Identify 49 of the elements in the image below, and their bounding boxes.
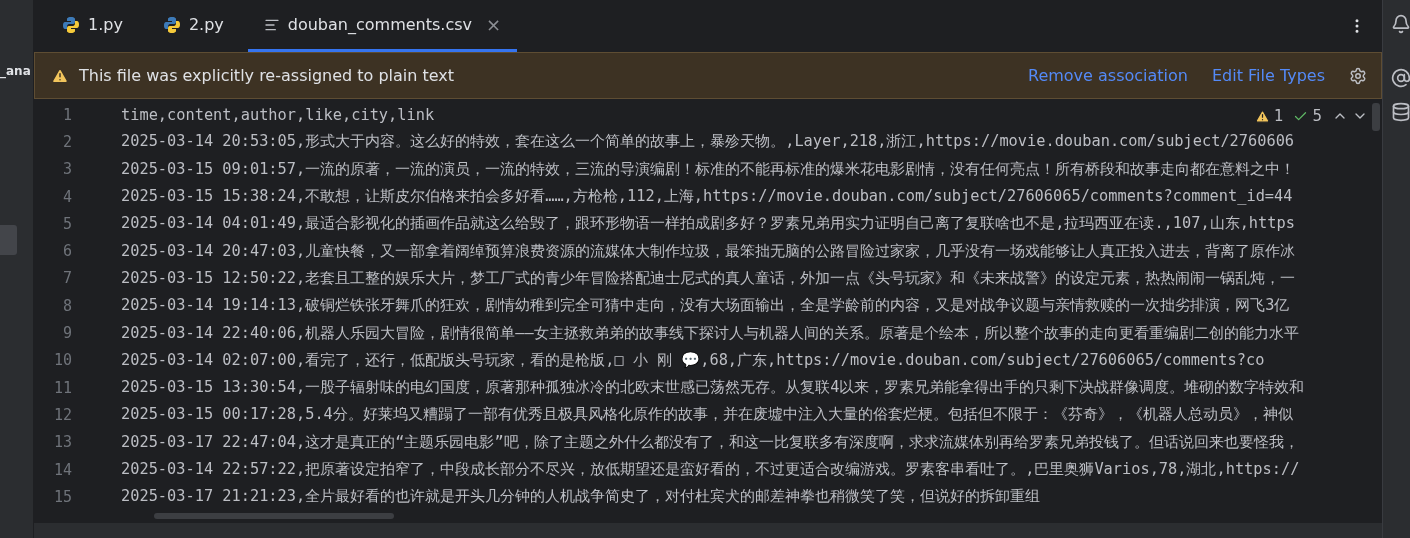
- bell-icon[interactable]: [1391, 14, 1410, 34]
- panel-label: _ana: [0, 64, 32, 78]
- line-number: 10: [52, 351, 72, 370]
- database-icon[interactable]: [1391, 102, 1410, 122]
- line-number: 8: [61, 296, 72, 315]
- python-icon: [162, 15, 181, 34]
- code-line: 2025-03-15 12:50:22,老套且工整的娱乐大片，梦工厂式的青少年冒险搭配迪士尼式的真人童话，外加一点《头号玩家》和《未来战警》的设定元素，热热闹闹一锅乱炖，一: [121, 267, 1296, 289]
- code-line: time,content,author,like,city,link: [121, 105, 435, 124]
- close-icon[interactable]: ×: [486, 14, 502, 35]
- file-tab[interactable]: 1.py: [46, 0, 139, 52]
- settings-icon[interactable]: [1349, 66, 1367, 85]
- sidebar-highlight: [0, 225, 17, 255]
- code-line: 2025-03-15 13:30:54,一股子辐射味的电幻国度，原著那种孤独冰冷的北欧末世感已荡然无存。从复联4以来，罗素兄弟能拿得出手的只剩下决战群像调度。堆砌的数字特效和: [121, 377, 1305, 399]
- line-number: 9: [61, 324, 72, 342]
- python-icon: [62, 15, 80, 34]
- warning-icon: [1254, 108, 1270, 124]
- file-tab[interactable]: 2.py: [146, 0, 240, 52]
- line-number: 6: [61, 242, 72, 261]
- banner-message: This file was explicitly re-assigned to plain text: [79, 66, 456, 85]
- line-number: 5: [61, 214, 72, 233]
- banner-link[interactable]: Remove association: [1028, 66, 1188, 85]
- line-number: 1: [61, 105, 72, 124]
- passed-count: 5: [1312, 107, 1322, 125]
- at-sign-icon[interactable]: [1391, 68, 1410, 88]
- code-line: 2025-03-14 20:53:05,形式大于内容。这么好的特效，套在这么一个简单的故事上，暴殄天物。,Layer,218,浙江,https://movie.douban.com/subject/2760606: [121, 131, 1295, 153]
- code-line: 2025-03-15 00:17:28,5.4分。好莱坞又糟蹋了一部有优秀且极具风格化原作的故事，并在废墟中注入大量的俗套烂梗。包括但不限于：《芬奇》，《机器人总动员》，神似: [121, 404, 1293, 426]
- line-number: 4: [61, 187, 72, 206]
- warning-count: 1: [1273, 107, 1284, 125]
- line-number: 11: [52, 378, 72, 397]
- scrollbar[interactable]: [1372, 103, 1380, 131]
- line-number: 3: [61, 160, 72, 179]
- line-number: 15: [52, 487, 72, 506]
- line-number: 2: [61, 132, 72, 151]
- line-number: 12: [52, 405, 72, 424]
- line-number: 14: [52, 460, 72, 479]
- line-number: 13: [52, 433, 72, 452]
- code-line: 2025-03-14 04:01:49,最适合影视化的插画作品就这么给毁了，跟环形物语一样拍成剧多好？罗素兄弟用实力证明自己离了复联啥也不是,拉玛西亚在读.,107,山东,https: [121, 213, 1295, 235]
- code-line: 2025-03-15 09:01:57,一流的原著，一流的演员，一流的特效，三流的导演编剧！标准的不能再标准的爆米花电影剧情，没有任何亮点！所有桥段和故事走向都在意料之中！: [121, 158, 1296, 180]
- code-line: 2025-03-14 20:47:03,儿童快餐，又一部拿着阔绰预算浪费资源的流媒体大制作垃圾，最笨拙无脑的公路冒险过家家，几乎没有一场戏能够让人真正投入进去，背离了原作冰: [121, 240, 1296, 262]
- code-line: 2025-03-14 22:40:06,机器人乐园大冒险，剧情很简单——女主拯救弟弟的故事线下探讨人与机器人间的关系。原著是个绘本，所以整个故事的走向更看重编剧二创的能力水平: [121, 322, 1299, 344]
- code-line: 2025-03-17 21:21:23,全片最好看的也许就是开头几分钟的人机战争简史了，对付杜宾犬的邮差神拳也稍微笑了笑，但说好的拆卸重组: [121, 486, 1041, 508]
- code-line: 2025-03-14 22:57:22,把原著设定拍窄了，中段成长部分不尽兴，放低期望还是蛮好看的，不过更适合改编游戏。罗素客串看吐了。,巴里奥狮Varios,78,湖北,https://: [121, 459, 1300, 480]
- line-number: 7: [61, 269, 72, 288]
- code-line: 2025-03-15 15:38:24,不敢想，让斯皮尔伯格来拍会多好看……,方枪枪,112,上海,https://movie.douban.com/subject/27606065/comments?comment_id=44: [121, 186, 1293, 208]
- banner-link[interactable]: Edit File Types: [1212, 66, 1325, 85]
- code-line: 2025-03-17 22:47:04,这才是真正的“主题乐园电影”吧，除了主题之外什么都没有了，和这一比复联多有深度啊，求求流媒体别再给罗素兄弟投钱了。但话说回来也要怪我，: [121, 431, 1299, 453]
- code-line: 2025-03-14 19:14:13,破铜烂铁张牙舞爪的狂欢，剧情幼稚到完全可猜中走向，没有大场面输出，全是学龄前的内容，又是对战争议题与亲情救赎的一次拙劣排演，网飞3亿: [121, 295, 1290, 317]
- code-line: 2025-03-14 02:07:00,看完了，还行，低配版头号玩家，看的是枪版,□ 小 刚 💬,68,广东,https://movie.douban.com/subject/27606065/comments?co: [121, 349, 1265, 371]
- scrollbar[interactable]: [154, 513, 394, 519]
